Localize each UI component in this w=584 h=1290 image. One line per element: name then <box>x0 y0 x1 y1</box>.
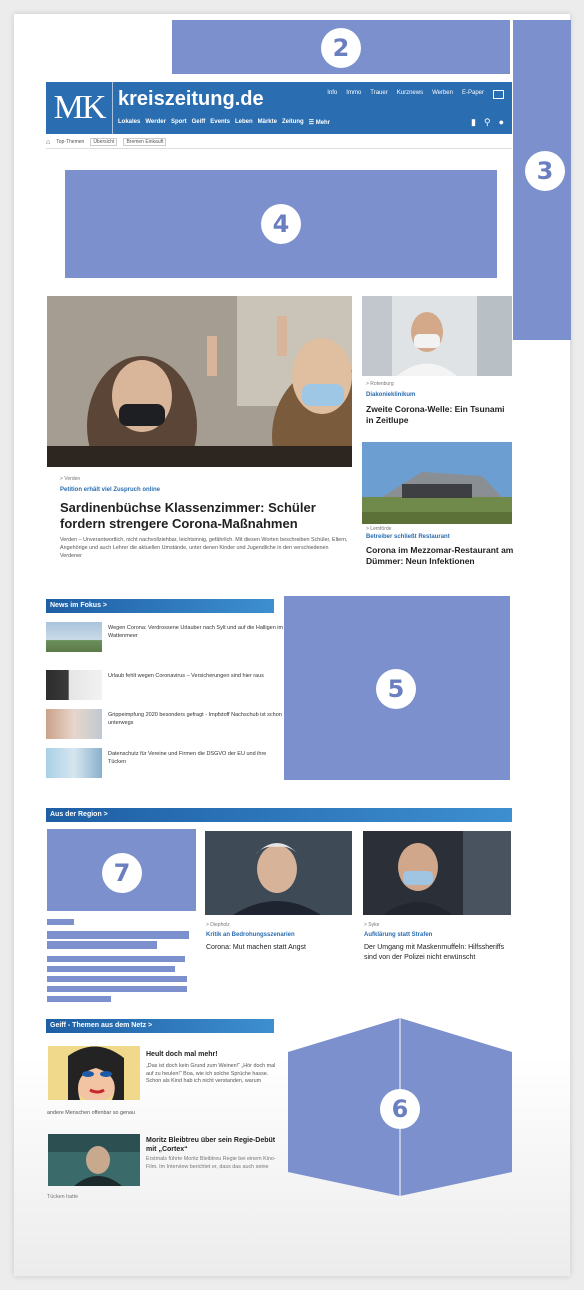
placeholder-3-label: 3 <box>525 151 565 191</box>
main-nav-item[interactable]: Zeitung <box>282 119 304 126</box>
placeholder-2-label: 2 <box>321 28 361 68</box>
main-nav-item[interactable]: Werder <box>145 119 166 126</box>
netz-heading[interactable]: Geiff - Themen aus dem Netz > <box>46 1019 274 1033</box>
side-article-image[interactable] <box>362 442 512 524</box>
epaper-icon[interactable] <box>493 90 504 99</box>
main-nav-item[interactable]: ☰ Mehr <box>309 119 330 126</box>
placeholder-5-label: 5 <box>376 669 416 709</box>
breadcrumb-item[interactable]: Top-Themen <box>56 139 84 145</box>
hero-kicker: Petition erhält viel Zuspruch online <box>60 487 161 493</box>
top-nav-item[interactable]: Trauer <box>370 90 387 99</box>
region-article-kicker: Aufklärung statt Strafen <box>364 932 433 938</box>
home-icon[interactable]: ⌂ <box>46 139 50 146</box>
top-nav: Info Immo Trauer Kurznews Werben E-Paper <box>327 90 504 99</box>
news-thumb <box>46 670 102 700</box>
main-nav-item[interactable]: Leben <box>235 119 253 126</box>
news-title: Datenschutz für Vereine und Firmen die D… <box>108 751 267 765</box>
netz-article-title[interactable]: Heult doch mal mehr! <box>146 1050 278 1059</box>
side-article-image[interactable] <box>362 296 512 376</box>
placeholder-6-label: 6 <box>380 1089 420 1129</box>
restaurant-photo <box>362 442 512 524</box>
top-nav-item[interactable]: Kurznews <box>397 90 423 99</box>
region-article-location: > Syke <box>364 922 380 928</box>
news-title: Wegen Corona: Verdrossene Urlauber nach … <box>108 625 284 639</box>
placeholder-4-label: 4 <box>261 204 301 244</box>
side-article-kicker: Betreiber schließt Restaurant <box>366 534 450 540</box>
list-item[interactable]: Wegen Corona: Verdrossene Urlauber nach … <box>46 622 284 652</box>
top-nav-item[interactable]: Immo <box>346 90 361 99</box>
hero-title[interactable]: Sardinenbüchse Klassenzimmer: Schüler fo… <box>60 500 350 532</box>
search-icon[interactable]: ⚲ <box>484 117 491 128</box>
news-thumb <box>46 748 102 778</box>
hero-location: > Verden <box>60 476 81 482</box>
side-article-title[interactable]: Zweite Corona-Welle: Ein Tsunami in Zeit… <box>366 404 512 426</box>
main-nav-item[interactable]: Sport <box>171 119 187 126</box>
hero-teaser: Verden – Unverantwortlich, nicht nachvol… <box>60 537 348 559</box>
logo[interactable]: MK <box>46 82 113 134</box>
news-focus-heading[interactable]: News im Fokus > <box>46 599 274 613</box>
site-name[interactable]: kreiszeitung.de <box>118 88 264 111</box>
news-thumb <box>46 709 102 739</box>
netz-article-text: „Das ist doch kein Grund zum Weinen!“ „H… <box>146 1063 276 1085</box>
user-icon[interactable]: ● <box>499 117 504 128</box>
side-article-location: > Lemförde <box>366 526 392 532</box>
header-icons: ▮ ⚲ ● <box>471 117 504 128</box>
classroom-photo <box>47 296 352 467</box>
list-item[interactable]: Grippeimpfung 2020 besonders gefragt - I… <box>46 709 284 739</box>
region-article-image[interactable] <box>363 831 511 915</box>
news-title: Grippeimpfung 2020 besonders gefragt - I… <box>108 712 282 726</box>
top-nav-item[interactable]: Info <box>327 90 337 99</box>
main-nav-item[interactable]: Events <box>210 119 230 126</box>
side-article-location: > Rotenburg <box>366 381 394 387</box>
breadcrumb-item[interactable]: Übersicht <box>90 138 118 146</box>
netz-article-text-tail: Tücken hatte <box>47 1194 79 1200</box>
top-nav-item[interactable]: E-Paper <box>462 90 484 99</box>
main-nav: Lokales Werder Sport Geiff Events Leben … <box>118 119 330 126</box>
popart-photo <box>48 1046 140 1100</box>
region-article-location: > Diepholz <box>206 922 230 928</box>
netz-article-image[interactable] <box>48 1134 140 1186</box>
region-article-kicker: Kritik an Bedrohungsszenarien <box>206 932 295 938</box>
placeholder-7-label: 7 <box>102 853 142 893</box>
side-article-title[interactable]: Corona im Mezzomar-Restaurant am Dümmer:… <box>366 545 514 567</box>
netz-article-text: Erstmals führte Moritz Bleibtreu Regie b… <box>146 1156 276 1170</box>
region-heading[interactable]: Aus der Region > <box>46 808 512 822</box>
film-still-photo <box>48 1134 140 1186</box>
netz-article-title[interactable]: Moritz Bleibtreu über sein Regie-Debüt m… <box>146 1136 278 1154</box>
side-article-kicker: Diakonieklinikum <box>366 392 416 398</box>
doctor-photo <box>362 296 512 376</box>
list-item[interactable]: Datenschutz für Vereine und Firmen die D… <box>46 748 284 778</box>
site-header: MK kreiszeitung.de Info Immo Trauer Kurz… <box>46 82 512 134</box>
breadcrumb-item[interactable]: Bremen Einkauft <box>123 138 167 146</box>
portrait-photo <box>205 831 352 915</box>
breadcrumb: ⌂ Top-Themen Übersicht Bremen Einkauft <box>46 136 512 149</box>
netz-article-image[interactable] <box>48 1046 140 1100</box>
list-item[interactable]: Urlaub fehlt wegen Coronavirus – Versich… <box>46 670 284 700</box>
news-title: Urlaub fehlt wegen Coronavirus – Versich… <box>108 673 264 679</box>
main-nav-item[interactable]: Geiff <box>192 119 206 126</box>
masked-man-photo <box>363 831 511 915</box>
main-nav-item[interactable]: Märkte <box>258 119 277 126</box>
bookmark-icon[interactable]: ▮ <box>471 117 476 128</box>
region-article-title[interactable]: Der Umgang mit Maskenmuffeln: Hilfssheri… <box>364 943 510 963</box>
hero-image[interactable] <box>47 296 352 467</box>
top-nav-item[interactable]: Werben <box>432 90 453 99</box>
netz-article-text-tail: andere Menschen offenbar so genau <box>47 1110 136 1116</box>
main-nav-item[interactable]: Lokales <box>118 119 140 126</box>
region-article-image[interactable] <box>205 831 352 915</box>
news-thumb <box>46 622 102 652</box>
region-article-title[interactable]: Corona: Mut machen statt Angst <box>206 943 352 953</box>
